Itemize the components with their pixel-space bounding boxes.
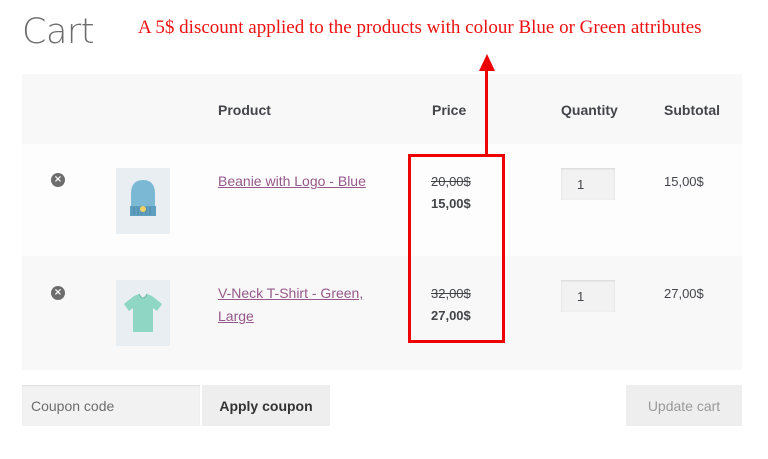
quantity-input[interactable] (561, 280, 615, 312)
price-discounted: 15,00$ (431, 196, 471, 211)
price-original: 20,00$ (431, 174, 471, 189)
cart-table-header: Product Price Quantity Subtotal (22, 74, 742, 144)
annotation-arrow-head (479, 54, 495, 71)
price-original: 32,00$ (431, 286, 471, 301)
header-price: Price (432, 102, 467, 118)
product-link-vneck[interactable]: V-Neck T-Shirt - Green, Large (218, 282, 378, 328)
annotation-text: A 5$ discount applied to the products wi… (138, 17, 702, 38)
product-link-beanie[interactable]: Beanie with Logo - Blue (218, 170, 366, 193)
update-cart-button[interactable]: Update cart (626, 385, 742, 426)
header-subtotal: Subtotal (664, 102, 720, 118)
remove-item-icon[interactable]: × (51, 173, 65, 187)
subtotal-value: 15,00$ (664, 174, 704, 189)
subtotal-value: 27,00$ (664, 286, 704, 301)
header-quantity: Quantity (561, 102, 618, 118)
apply-coupon-button[interactable]: Apply coupon (202, 385, 330, 426)
annotation-arrow-line (485, 68, 488, 154)
beanie-blue-image[interactable] (116, 168, 170, 234)
page-title: Cart (22, 12, 95, 52)
coupon-code-input[interactable] (22, 385, 200, 426)
vneck-tshirt-green-image[interactable] (116, 280, 170, 346)
quantity-input[interactable] (561, 168, 615, 200)
table-row: × V-Neck T-Shirt - Green, Large 32,00$ 2… (22, 256, 742, 370)
remove-item-icon[interactable]: × (51, 286, 65, 300)
cart-table: Product Price Quantity Subtotal × Beanie… (22, 74, 742, 370)
price-discounted: 27,00$ (431, 308, 471, 323)
table-row: × Beanie with Logo - Blue 20,00$ 15,00$ … (22, 144, 742, 256)
header-product: Product (218, 102, 271, 118)
